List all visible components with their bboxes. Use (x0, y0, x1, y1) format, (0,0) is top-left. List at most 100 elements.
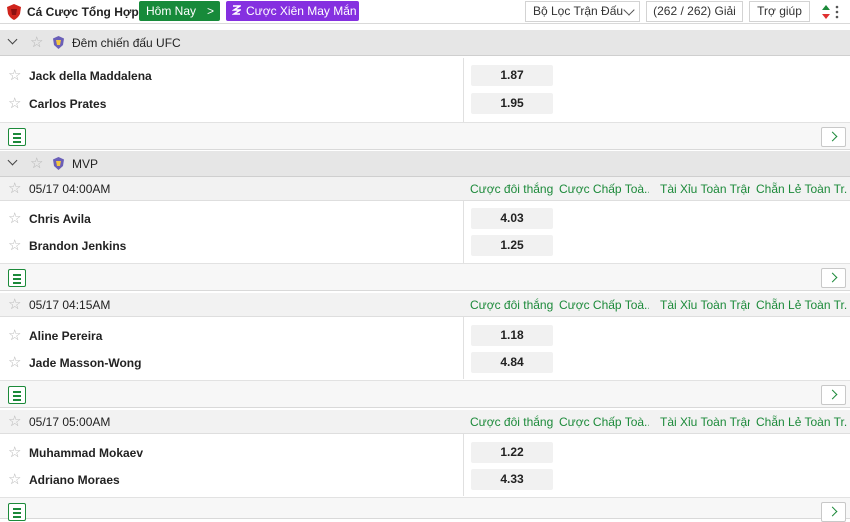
favorite-star-icon[interactable]: ☆ (8, 470, 21, 488)
team-name: Aline Pereira (29, 329, 103, 343)
match-time-row: ☆ 05/17 05:00AM Cược đôi thắng Cược Chấp… (0, 410, 850, 434)
match-footer (0, 122, 850, 150)
favorite-star-icon[interactable]: ☆ (8, 179, 21, 197)
match-footer (0, 380, 850, 408)
market-header: Cược Chấp Toà... (559, 298, 649, 312)
market-header: Chẵn Lẻ Toàn Tr... (756, 182, 848, 196)
column-divider (463, 317, 464, 379)
chevron-down-icon[interactable] (7, 155, 18, 166)
market-header: Cược Chấp Toà... (559, 182, 649, 196)
team-name: Jack della Maddalena (29, 69, 152, 83)
chevron-right-icon (827, 272, 838, 283)
help-button[interactable]: Trợ giúp (749, 1, 810, 22)
match-filter-label: Bộ Lọc Trận Đấu (533, 4, 624, 18)
team-name: Chris Avila (29, 212, 91, 226)
match-time: 05/17 04:15AM (29, 298, 111, 312)
favorite-star-icon[interactable]: ☆ (8, 443, 21, 461)
match-time-row: ☆ 05/17 04:15AM Cược đôi thắng Cược Chấp… (0, 293, 850, 317)
page-title: Cá Cược Tổng Hợp (27, 5, 139, 19)
team-row: ☆ Carlos Prates (0, 90, 463, 117)
match-time: 05/17 04:00AM (29, 182, 111, 196)
market-header: Cược đôi thắng (470, 182, 554, 196)
team-name: Muhammad Mokaev (29, 446, 144, 460)
more-markets-icon[interactable] (8, 269, 26, 287)
league-crest-icon (53, 36, 64, 49)
favorite-star-icon[interactable]: ☆ (8, 209, 21, 227)
shield-logo-icon (7, 4, 21, 20)
chevron-right-icon: > (206, 4, 214, 18)
market-header: Tài Xỉu Toàn Trận (660, 415, 750, 429)
favorite-star-icon[interactable]: ☆ (30, 33, 43, 51)
chevron-down-icon (623, 4, 635, 16)
team-name: Brandon Jenkins (29, 239, 127, 253)
team-row: ☆ Chris Avila (0, 205, 463, 232)
favorite-star-icon[interactable]: ☆ (30, 154, 43, 172)
sort-odds-icon[interactable] (820, 3, 842, 21)
match-block: ☆ Aline Pereira ☆ Jade Masson-Wong 1.18 … (0, 317, 850, 379)
match-block: ☆ Muhammad Mokaev ☆ Adriano Moraes 1.22 … (0, 434, 850, 496)
odds-button[interactable]: 1.22 (471, 442, 553, 463)
top-bar: Cá Cược Tổng Hợp Hôm Nay > Cược Xiên May… (0, 0, 850, 24)
odds-button[interactable]: 4.03 (471, 208, 553, 229)
market-header: Tài Xỉu Toàn Trận (660, 182, 750, 196)
favorite-star-icon[interactable]: ☆ (8, 326, 21, 344)
next-button[interactable] (821, 502, 846, 522)
team-row: ☆ Brandon Jenkins (0, 232, 463, 259)
odds-button[interactable]: 1.25 (471, 235, 553, 256)
favorite-star-icon[interactable]: ☆ (8, 236, 21, 254)
favorite-star-icon[interactable]: ☆ (8, 66, 21, 84)
team-name: Carlos Prates (29, 97, 107, 111)
more-markets-icon[interactable] (8, 386, 26, 404)
today-button-label: Hôm Nay (146, 4, 197, 18)
match-block: ☆ Chris Avila ☆ Brandon Jenkins 4.03 1.2… (0, 201, 850, 263)
match-time: 05/17 05:00AM (29, 415, 111, 429)
league-crest-icon (53, 157, 64, 170)
market-header: Cược Chấp Toà... (559, 415, 649, 429)
market-header: Chẵn Lẻ Toàn Tr... (756, 298, 848, 312)
favorite-star-icon[interactable]: ☆ (8, 412, 21, 430)
match-footer (0, 263, 850, 291)
odds-button[interactable]: 4.33 (471, 469, 553, 490)
lucky-parlay-label: Cược Xiên May Mắn (246, 4, 357, 18)
team-row: ☆ Jade Masson-Wong (0, 349, 463, 376)
team-row: ☆ Aline Pereira (0, 322, 463, 349)
match-block: ☆ Jack della Maddalena ☆ Carlos Prates 1… (0, 58, 850, 122)
market-header: Tài Xỉu Toàn Trận (660, 298, 750, 312)
match-filter-dropdown[interactable]: Bộ Lọc Trận Đấu (525, 1, 640, 22)
match-footer (0, 497, 850, 522)
column-divider (463, 201, 464, 263)
chevron-right-icon (827, 131, 838, 142)
next-button[interactable] (821, 385, 846, 405)
chevron-right-icon (827, 389, 838, 400)
market-header: Cược đôi thắng (470, 415, 554, 429)
column-divider (463, 434, 464, 496)
odds-button[interactable]: 4.84 (471, 352, 553, 373)
more-markets-icon[interactable] (8, 503, 26, 521)
match-time-row: ☆ 05/17 04:00AM Cược đôi thắng Cược Chấp… (0, 177, 850, 201)
odds-button[interactable]: 1.18 (471, 325, 553, 346)
odds-button[interactable]: 1.87 (471, 65, 553, 86)
team-name: Jade Masson-Wong (29, 356, 142, 370)
chevron-right-icon (827, 506, 838, 517)
league-count-button[interactable]: (262 / 262) Giải (646, 1, 743, 22)
favorite-star-icon[interactable]: ☆ (8, 94, 21, 112)
next-button[interactable] (821, 268, 846, 288)
league-header[interactable]: ☆ Đêm chiến đấu UFC (0, 30, 850, 56)
league-name: MVP (72, 157, 99, 171)
market-header: Chẵn Lẻ Toàn Tr... (756, 415, 848, 429)
team-name: Adriano Moraes (29, 473, 120, 487)
team-row: ☆ Jack della Maddalena (0, 62, 463, 89)
lucky-parlay-button[interactable]: Cược Xiên May Mắn (226, 1, 359, 21)
zigzag-icon (231, 5, 243, 15)
odds-button[interactable]: 1.95 (471, 93, 553, 114)
chevron-down-icon[interactable] (7, 34, 18, 45)
column-divider (463, 58, 464, 122)
more-markets-icon[interactable] (8, 128, 26, 146)
league-header[interactable]: ☆ MVP (0, 151, 850, 177)
favorite-star-icon[interactable]: ☆ (8, 353, 21, 371)
favorite-star-icon[interactable]: ☆ (8, 295, 21, 313)
team-row: ☆ Muhammad Mokaev (0, 439, 463, 466)
league-name: Đêm chiến đấu UFC (72, 36, 181, 50)
today-button[interactable]: Hôm Nay > (139, 1, 220, 21)
next-button[interactable] (821, 127, 846, 147)
